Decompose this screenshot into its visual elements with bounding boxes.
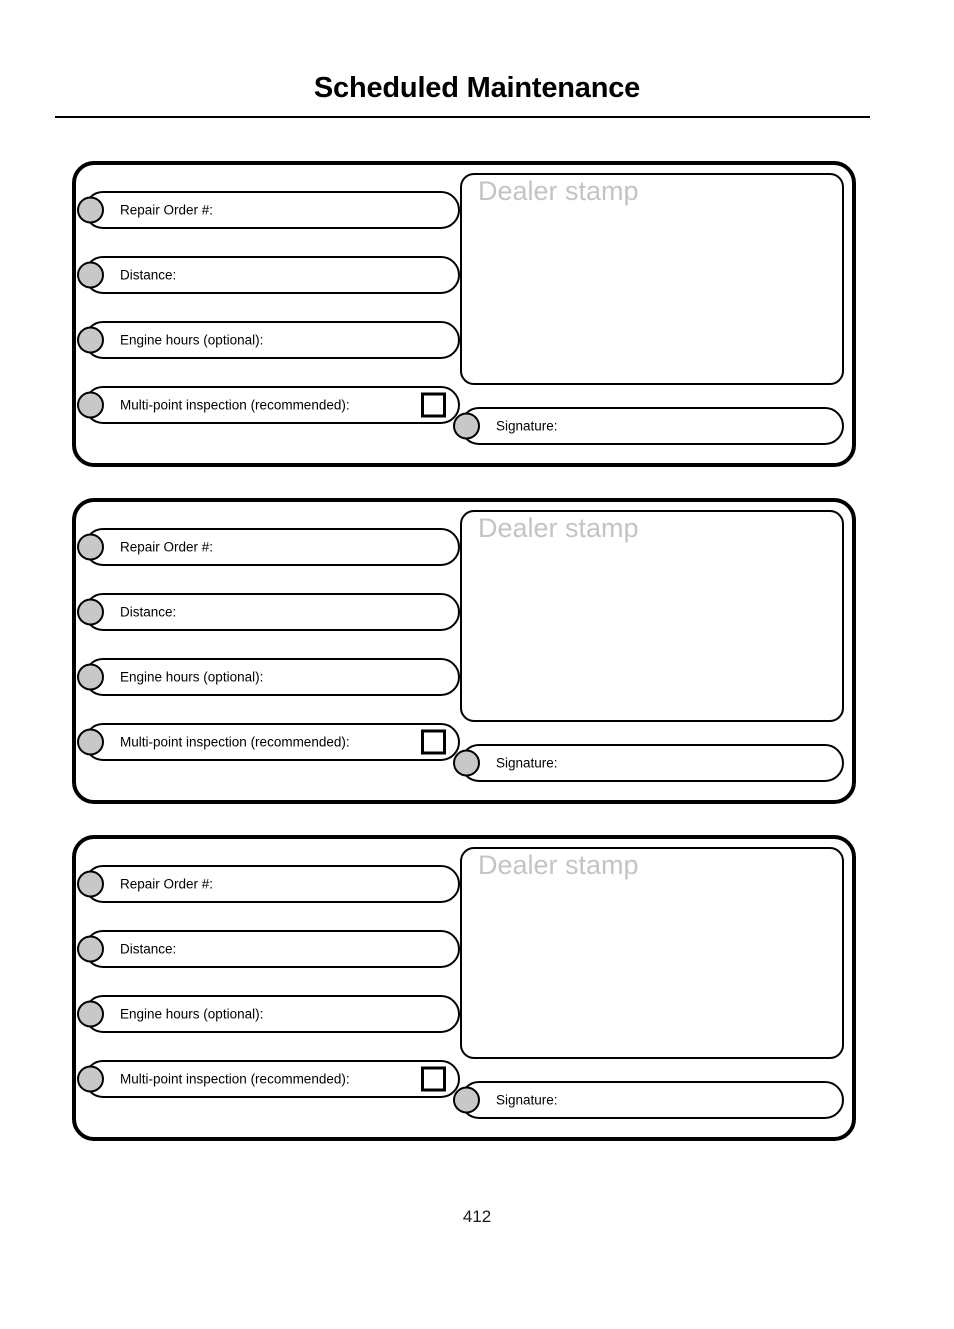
field-label: Multi-point inspection (recommended):	[120, 734, 350, 750]
bullet-circle-icon	[77, 598, 104, 626]
bullet-circle-icon	[77, 728, 104, 756]
field-label: Multi-point inspection (recommended):	[120, 1071, 350, 1087]
dealer-stamp-box[interactable]: Dealer stamp	[460, 847, 844, 1059]
field-label: Multi-point inspection (recommended):	[120, 397, 350, 413]
field-label: Engine hours (optional):	[120, 669, 264, 685]
field-label: Repair Order #:	[120, 539, 214, 555]
field-label: Repair Order #:	[120, 202, 214, 218]
field-column: Repair Order #: Distance: Engine hours (…	[77, 528, 460, 761]
dealer-stamp-box[interactable]: Dealer stamp	[460, 173, 844, 385]
field-label: Engine hours (optional):	[120, 332, 264, 348]
dealer-stamp-label: Dealer stamp	[478, 850, 639, 880]
bullet-circle-icon	[77, 391, 104, 419]
engine-hours-field[interactable]: Engine hours (optional):	[77, 658, 460, 696]
maintenance-record-card: Repair Order #: Distance: Engine hours (…	[72, 498, 856, 804]
distance-field[interactable]: Distance:	[77, 256, 460, 294]
maintenance-record-card: Repair Order #: Distance: Engine hours (…	[72, 161, 856, 467]
bullet-circle-icon	[77, 533, 104, 561]
stamp-column: Dealer stamp Signature:	[453, 173, 844, 445]
multi-point-inspection-field[interactable]: Multi-point inspection (recommended):	[77, 723, 460, 761]
field-label: Signature:	[496, 755, 558, 771]
multi-point-inspection-checkbox[interactable]	[421, 1066, 446, 1092]
bullet-circle-icon	[453, 749, 480, 777]
signature-field[interactable]: Signature:	[453, 407, 844, 445]
bullet-circle-icon	[77, 870, 104, 898]
field-label: Engine hours (optional):	[120, 1006, 264, 1022]
distance-field[interactable]: Distance:	[77, 930, 460, 968]
multi-point-inspection-field[interactable]: Multi-point inspection (recommended):	[77, 386, 460, 424]
field-label: Distance:	[120, 941, 177, 957]
field-label: Distance:	[120, 267, 177, 283]
stamp-column: Dealer stamp Signature:	[453, 510, 844, 782]
repair-order-field[interactable]: Repair Order #:	[77, 528, 460, 566]
multi-point-inspection-field[interactable]: Multi-point inspection (recommended):	[77, 1060, 460, 1098]
engine-hours-field[interactable]: Engine hours (optional):	[77, 995, 460, 1033]
repair-order-field[interactable]: Repair Order #:	[77, 191, 460, 229]
page-number: 412	[462, 1207, 492, 1226]
bullet-circle-icon	[77, 663, 104, 691]
bullet-circle-icon	[453, 412, 480, 440]
field-label: Signature:	[496, 418, 558, 434]
field-label: Signature:	[496, 1092, 558, 1108]
signature-field[interactable]: Signature:	[453, 744, 844, 782]
title-divider	[55, 116, 870, 118]
field-column: Repair Order #: Distance: Engine hours (…	[77, 191, 460, 424]
field-column: Repair Order #: Distance: Engine hours (…	[77, 865, 460, 1098]
page-title: Scheduled Maintenance	[313, 72, 641, 104]
stamp-column: Dealer stamp Signature:	[453, 847, 844, 1119]
bullet-circle-icon	[77, 261, 104, 289]
distance-field[interactable]: Distance:	[77, 593, 460, 631]
bullet-circle-icon	[77, 196, 104, 224]
bullet-circle-icon	[77, 1000, 104, 1028]
bullet-circle-icon	[77, 326, 104, 354]
bullet-circle-icon	[77, 935, 104, 963]
field-label: Repair Order #:	[120, 876, 214, 892]
dealer-stamp-label: Dealer stamp	[478, 176, 639, 206]
multi-point-inspection-checkbox[interactable]	[421, 729, 446, 755]
bullet-circle-icon	[453, 1086, 480, 1114]
repair-order-field[interactable]: Repair Order #:	[77, 865, 460, 903]
multi-point-inspection-checkbox[interactable]	[421, 392, 446, 418]
signature-field[interactable]: Signature:	[453, 1081, 844, 1119]
dealer-stamp-label: Dealer stamp	[478, 513, 639, 543]
engine-hours-field[interactable]: Engine hours (optional):	[77, 321, 460, 359]
dealer-stamp-box[interactable]: Dealer stamp	[460, 510, 844, 722]
maintenance-record-card: Repair Order #: Distance: Engine hours (…	[72, 835, 856, 1141]
bullet-circle-icon	[77, 1065, 104, 1093]
field-label: Distance:	[120, 604, 177, 620]
